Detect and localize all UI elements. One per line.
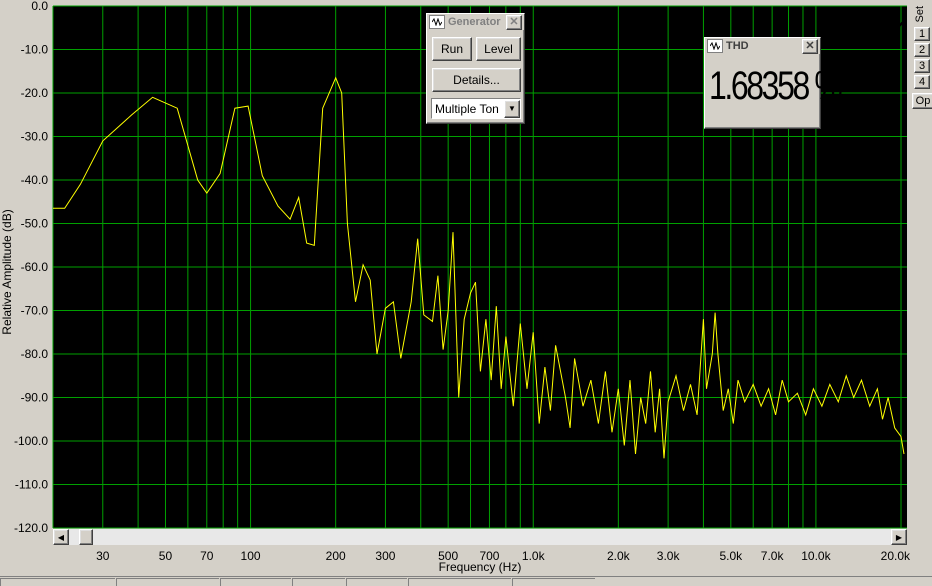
y-axis-label: Relative Amplitude (dB) [0,209,14,334]
status-cell [408,578,511,586]
x-tick-label: 10.0k [801,549,831,563]
x-tick-label: 300 [375,549,395,563]
waveform-icon [707,39,723,53]
sine-wave-icon[interactable] [864,10,904,32]
thd-titlebar[interactable]: THD ✕ [705,38,820,54]
details-button[interactable]: Details... [432,68,521,92]
scroll-left-button[interactable]: ◀ [53,529,69,545]
level-button[interactable]: Level [476,37,521,61]
y-tick-label: -80.0 [21,347,49,361]
x-tick-label: 70 [200,549,214,563]
thd-value: 1.68358 % [709,64,843,108]
status-cell [0,578,115,586]
mode-select-value: Multiple Ton [435,101,499,116]
chevron-down-icon[interactable]: ▼ [504,99,520,118]
thd-title: THD [726,40,749,52]
y-tick-label: -70.0 [21,304,49,318]
options-button[interactable]: Op [912,93,932,109]
y-tick-label: -40.0 [21,173,49,187]
x-tick-label: 5.0k [719,549,743,563]
thd-window: THD ✕ 1.68358 % [704,37,843,129]
x-tick-label: 200 [326,549,346,563]
y-tick-label: -60.0 [21,260,49,274]
y-tick-label: -10.0 [21,43,49,57]
y-tick-label: 0.0 [31,0,48,13]
x-tick-label: 50 [159,549,173,563]
y-tick-label: -90.0 [21,391,49,405]
status-cell [292,578,345,586]
x-tick-label: 30 [96,549,110,563]
generator-title: Generator [448,16,501,28]
close-icon[interactable]: ✕ [506,14,522,30]
scroll-right-button[interactable]: ▶ [891,529,907,545]
scroll-thumb[interactable] [79,529,93,545]
run-button[interactable]: Run [432,37,472,61]
set-slot-4[interactable]: 4 [914,75,930,89]
horizontal-scrollbar[interactable]: ◀ ▶ [53,529,907,545]
x-tick-label: 20.0k [881,549,910,563]
y-tick-label: -100.0 [14,434,48,448]
y-tick-label: -50.0 [21,217,49,231]
x-tick-label: 7.0k [761,549,785,563]
y-tick-label: -110.0 [15,478,48,492]
x-tick-label: 100 [241,549,261,563]
y-tick-label: -30.0 [21,130,49,144]
set-slot-2[interactable]: 2 [914,43,930,57]
set-label: Set [914,6,926,23]
generator-titlebar[interactable]: Generator ✕ [427,14,524,30]
status-cell [346,578,407,586]
generator-window: Generator ✕ Run Level Details... Multipl… [426,13,525,124]
status-cell [220,578,291,586]
close-icon[interactable]: ✕ [802,38,818,54]
y-tick-labels: 0.0 -10.0 -20.0 -30.0 -40.0 -50.0 -60.0 -70.0 -8… [14,0,48,535]
mode-select[interactable]: Multiple Ton ▼ [431,98,521,119]
x-tick-label: 2.0k [607,549,631,563]
set-slot-1[interactable]: 1 [914,27,930,41]
status-cell [116,578,219,586]
waveform-icon [429,15,445,29]
x-tick-label: 3.0k [657,549,681,563]
y-tick-label: -20.0 [21,86,49,100]
set-panel: Set 1 2 3 4 Op [910,0,932,576]
set-slot-3[interactable]: 3 [914,59,930,73]
status-cell [512,578,595,586]
x-tick-label: 1.0k [522,549,546,563]
x-axis-label: Frequency (Hz) [439,560,522,574]
y-tick-label: -120.0 [14,521,48,535]
